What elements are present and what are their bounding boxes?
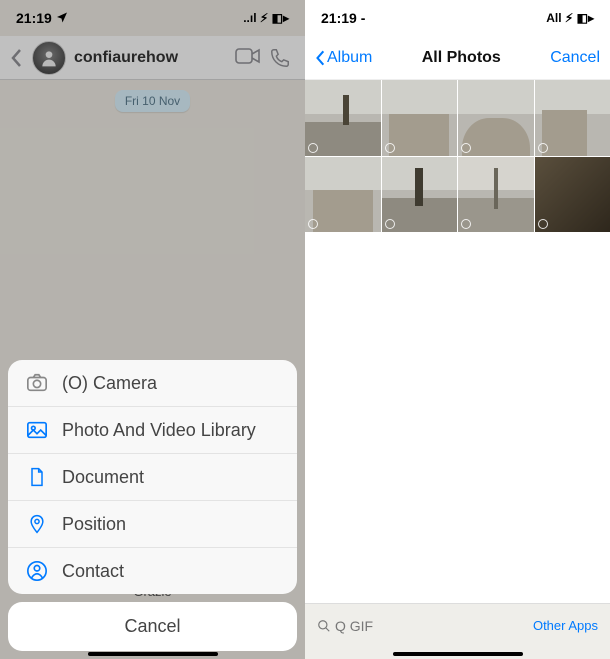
gif-label-text: Q GIF [335, 618, 373, 634]
picker-cancel-button[interactable]: Cancel [550, 49, 600, 67]
action-sheet-options: (O) Camera Photo And Video Library Docum… [8, 360, 297, 594]
burst-icon [308, 219, 318, 229]
document-icon [26, 466, 48, 488]
sheet-item-camera[interactable]: (O) Camera [8, 360, 297, 406]
other-apps-button[interactable]: Other Apps [533, 618, 598, 633]
sheet-item-label: (O) Camera [62, 373, 157, 394]
burst-icon [461, 219, 471, 229]
contact-icon [26, 560, 48, 582]
burst-icon [385, 219, 395, 229]
left-panel: 21:19 ..ıl ⚡︎ ◧▸ confiaurehow Fri 10 Nov… [0, 0, 305, 659]
sheet-item-label: Photo And Video Library [62, 420, 256, 441]
burst-icon [538, 219, 548, 229]
picker-title: All Photos [422, 49, 501, 67]
photo-thumb[interactable] [382, 80, 458, 156]
attachment-action-sheet: (O) Camera Photo And Video Library Docum… [8, 360, 297, 651]
sheet-item-photo-library[interactable]: Photo And Video Library [8, 406, 297, 453]
sheet-cancel-button[interactable]: Cancel [8, 602, 297, 651]
burst-icon [461, 143, 471, 153]
photo-thumb[interactable] [382, 157, 458, 233]
photo-grid [305, 80, 610, 232]
back-to-albums-button[interactable]: Album [315, 49, 372, 67]
burst-icon [385, 143, 395, 153]
photo-thumb[interactable] [458, 157, 534, 233]
sheet-item-contact[interactable]: Contact [8, 547, 297, 594]
photo-thumb[interactable] [458, 80, 534, 156]
photo-icon [26, 419, 48, 441]
back-label: Album [327, 49, 372, 67]
sheet-item-document[interactable]: Document [8, 453, 297, 500]
burst-icon [538, 143, 548, 153]
location-icon [26, 513, 48, 535]
sheet-item-location[interactable]: Position [8, 500, 297, 547]
gif-search-button[interactable]: Q GIF [317, 618, 373, 634]
right-panel: 21:19 - All ⚡︎ ◧▸ Album All Photos Cance… [305, 0, 610, 659]
camera-icon [26, 372, 48, 394]
home-indicator[interactable] [393, 652, 523, 656]
cancel-label: Cancel [124, 616, 180, 636]
burst-icon [308, 143, 318, 153]
photo-picker-bottom-bar: Q GIF Other Apps [305, 603, 610, 659]
home-indicator[interactable] [88, 652, 218, 656]
sheet-item-label: Position [62, 514, 126, 535]
status-time: 21:19 - [321, 10, 365, 26]
sheet-item-label: Document [62, 467, 144, 488]
picker-header: Album All Photos Cancel [305, 36, 610, 80]
photo-thumb[interactable] [535, 157, 610, 233]
photo-thumb[interactable] [305, 80, 381, 156]
photo-thumb[interactable] [535, 80, 610, 156]
status-bar-right: 21:19 - All ⚡︎ ◧▸ [305, 0, 610, 36]
sheet-item-label: Contact [62, 561, 124, 582]
status-right: All ⚡︎ ◧▸ [546, 11, 594, 25]
photo-thumb[interactable] [305, 157, 381, 233]
